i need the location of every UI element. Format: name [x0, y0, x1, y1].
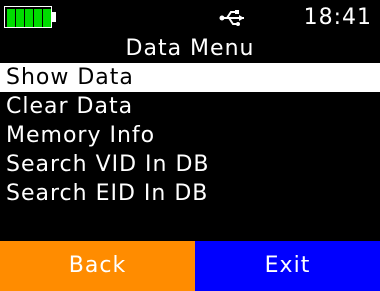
battery-cell — [7, 9, 15, 27]
status-bar: 18:41 — [0, 0, 380, 36]
data-menu-list: Show Data Clear Data Memory Info Search … — [0, 63, 380, 208]
back-button[interactable]: Back — [0, 241, 195, 291]
menu-item-memory-info[interactable]: Memory Info — [0, 121, 380, 150]
menu-item-show-data[interactable]: Show Data — [0, 63, 380, 92]
battery-cell — [43, 9, 51, 27]
device-screen: 18:41 Data Menu Show Data Clear Data Mem… — [0, 0, 380, 291]
softkey-bar: Back Exit — [0, 241, 380, 291]
menu-item-clear-data[interactable]: Clear Data — [0, 92, 380, 121]
battery-cell — [25, 9, 33, 27]
menu-item-search-vid[interactable]: Search VID In DB — [0, 150, 380, 179]
battery-cell — [16, 9, 24, 27]
usb-icon — [219, 10, 244, 26]
page-title: Data Menu — [125, 36, 255, 61]
exit-button[interactable]: Exit — [195, 241, 380, 291]
battery-cell — [34, 9, 42, 27]
clock: 18:41 — [303, 5, 372, 30]
menu-item-search-eid[interactable]: Search EID In DB — [0, 179, 380, 208]
battery-icon — [4, 6, 56, 30]
